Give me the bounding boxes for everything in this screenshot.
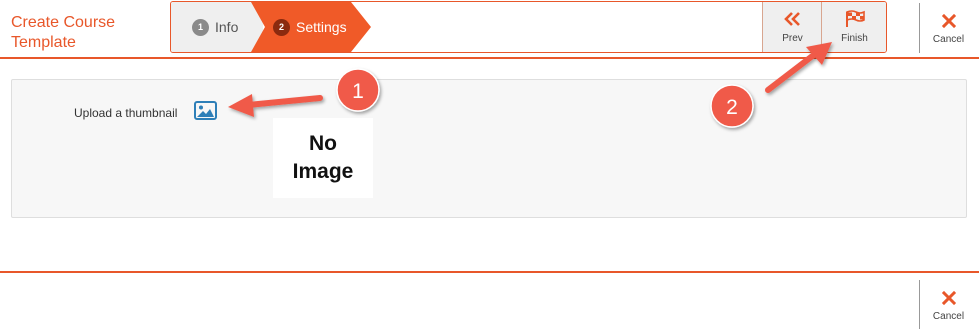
close-icon xyxy=(941,12,956,30)
finish-label: Finish xyxy=(841,33,868,44)
close-icon xyxy=(941,289,956,307)
footer-divider xyxy=(0,271,979,273)
upload-thumbnail-label: Upload a thumbnail xyxy=(74,106,178,120)
checkered-flag-icon xyxy=(844,10,866,28)
cancel-button-bottom[interactable]: Cancel xyxy=(919,280,977,329)
prev-button[interactable]: Prev xyxy=(762,2,822,52)
no-image-line: No xyxy=(308,132,337,155)
cancel-button-top[interactable]: Cancel xyxy=(919,3,977,53)
wizard-steps: 1 Info 2 Settings xyxy=(171,2,401,52)
step-number-badge: 2 xyxy=(273,18,290,36)
finish-button[interactable]: Finish xyxy=(821,2,886,52)
image-icon[interactable] xyxy=(194,101,217,120)
cancel-label: Cancel xyxy=(932,34,965,45)
double-chevron-left-icon xyxy=(783,10,802,28)
step-label: Settings xyxy=(296,19,347,35)
no-image-placeholder: No Image xyxy=(273,118,373,198)
cancel-label: Cancel xyxy=(932,311,965,322)
header-divider xyxy=(0,57,979,59)
step-number-badge: 1 xyxy=(192,18,209,36)
wizard-step-info[interactable]: 1 Info xyxy=(171,2,263,52)
wizard-step-settings[interactable]: 2 Settings xyxy=(251,2,371,52)
settings-panel: Upload a thumbnail xyxy=(11,79,967,218)
prev-label: Prev xyxy=(782,33,803,44)
page-title: Create Course Template xyxy=(11,14,116,51)
wizard-bar: 1 Info 2 Settings Prev Finish xyxy=(170,1,887,53)
no-image-line: Image xyxy=(292,160,354,183)
step-label: Info xyxy=(215,19,239,35)
